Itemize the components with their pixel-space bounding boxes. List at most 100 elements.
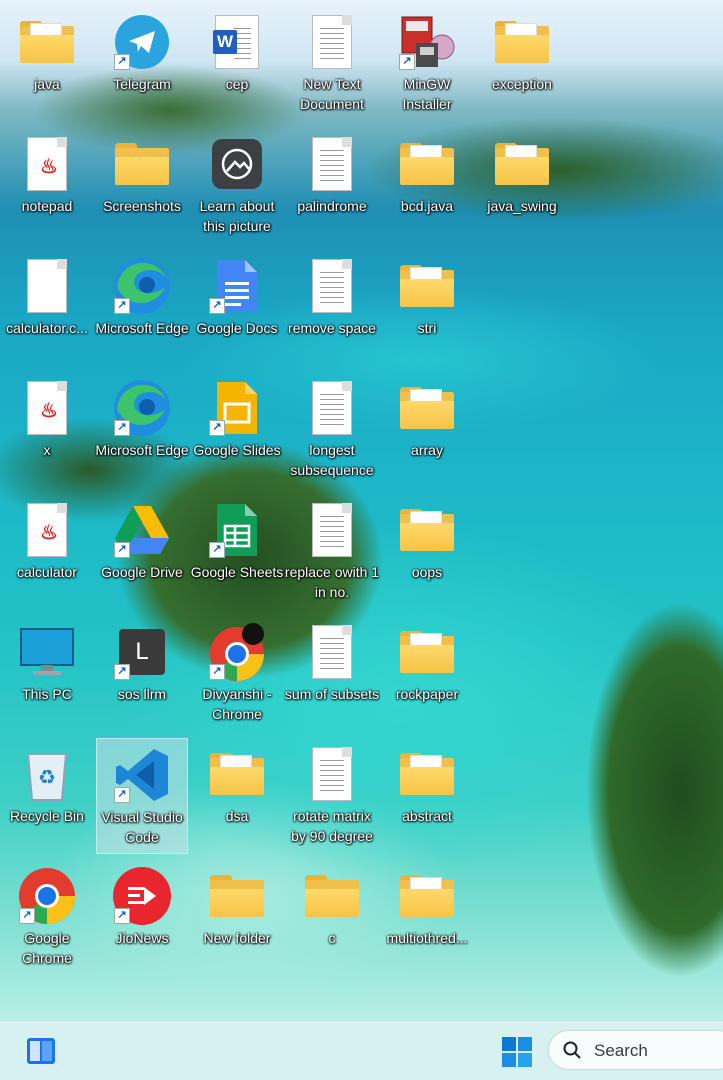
icon-label: Google Chrome bbox=[22, 930, 72, 966]
desktop-icon-c[interactable]: c bbox=[286, 860, 378, 976]
icon-label: stri bbox=[417, 320, 437, 336]
desktop-icon-notepad[interactable]: ♨ notepad bbox=[1, 128, 93, 244]
icon-label: notepad bbox=[21, 198, 73, 214]
folder-icon bbox=[397, 378, 457, 438]
telegram-icon: ↗ bbox=[112, 12, 172, 72]
monitor-icon bbox=[17, 622, 77, 682]
folder-icon bbox=[492, 134, 552, 194]
shortcut-arrow-icon: ↗ bbox=[114, 787, 130, 803]
desktop-icon-mingw-installer[interactable]: ↗ MinGW Installer bbox=[381, 6, 473, 122]
desktop-icon-stri[interactable]: stri bbox=[381, 250, 473, 366]
desktop-icon-calculator-c[interactable]: calculator.c... bbox=[1, 250, 93, 366]
desktop-icon-palindrome[interactable]: palindrome bbox=[286, 128, 378, 244]
icon-label: Google Slides bbox=[193, 442, 281, 458]
desktop-icon-rotate-matrix[interactable]: rotate matrix by 90 degree bbox=[286, 738, 378, 854]
icon-label: replace owith 1 in no. bbox=[284, 564, 380, 600]
desktop-icon-visual-studio-code[interactable]: ↗ Visual Studio Code bbox=[96, 738, 188, 854]
desktop-icon-sos-llrm[interactable]: L ↗ sos llrm bbox=[96, 616, 188, 732]
desktop-icon-rockpaper[interactable]: rockpaper bbox=[381, 616, 473, 732]
start-button[interactable] bbox=[502, 1037, 532, 1067]
shortcut-arrow-icon: ↗ bbox=[19, 908, 35, 924]
google-sheets-icon: ↗ bbox=[207, 500, 267, 560]
java-file-icon: ♨ bbox=[17, 500, 77, 560]
desktop-icon-sum-of-subsets[interactable]: sum of subsets bbox=[284, 616, 380, 732]
icon-label: x bbox=[43, 442, 51, 458]
desktop-icon-learn-about-picture[interactable]: Learn about this picture bbox=[191, 128, 283, 244]
windows-start-icon bbox=[502, 1037, 532, 1067]
desktop-icon-dsa[interactable]: dsa bbox=[191, 738, 283, 854]
desktop-icon-jionews[interactable]: ↗ JioNews bbox=[96, 860, 188, 976]
desktop-icon-telegram[interactable]: ↗ Telegram bbox=[96, 6, 188, 122]
shortcut-arrow-icon: ↗ bbox=[114, 298, 130, 314]
desktop-icon-exception[interactable]: exception bbox=[476, 6, 568, 122]
folder-icon bbox=[492, 12, 552, 72]
desktop-icon-longest-subsequence[interactable]: longest subsequence bbox=[286, 372, 378, 488]
desktop-icon-java-swing[interactable]: java_swing bbox=[476, 128, 568, 244]
shortcut-arrow-icon: ↗ bbox=[399, 54, 415, 70]
desktop-icon-microsoft-edge-2[interactable]: ↗ Microsoft Edge bbox=[95, 372, 189, 488]
icon-label: dsa bbox=[225, 808, 249, 824]
folder-icon bbox=[397, 256, 457, 316]
java-file-icon: ♨ bbox=[17, 134, 77, 194]
desktop-icon-abstract[interactable]: abstract bbox=[381, 738, 473, 854]
icon-label: array bbox=[411, 442, 443, 458]
shortcut-arrow-icon: ↗ bbox=[114, 908, 130, 924]
desktop-icon-cep[interactable]: W cep bbox=[191, 6, 283, 122]
desktop-icon-oops[interactable]: oops bbox=[381, 494, 473, 610]
taskbar-search-box[interactable]: Search bbox=[548, 1030, 723, 1070]
desktop-icon-replace-owith[interactable]: replace owith 1 in no. bbox=[284, 494, 380, 610]
search-placeholder: Search bbox=[594, 1041, 648, 1060]
desktop-icon-x[interactable]: ♨ x bbox=[1, 372, 93, 488]
desktop-icon-recycle-bin[interactable]: ♻ Recycle Bin bbox=[1, 738, 93, 854]
desktop-icon-new-text-document[interactable]: New Text Document bbox=[286, 6, 378, 122]
widgets-button[interactable] bbox=[26, 1037, 56, 1065]
icon-label: java_swing bbox=[487, 198, 557, 214]
shortcut-arrow-icon: ↗ bbox=[114, 54, 130, 70]
desktop-icon-google-slides[interactable]: ↗ Google Slides bbox=[191, 372, 283, 488]
desktop-icon-this-pc[interactable]: This PC bbox=[1, 616, 93, 732]
icon-label: calculator.c... bbox=[6, 320, 88, 336]
desktop-icon-bcd-java[interactable]: bcd.java bbox=[381, 128, 473, 244]
desktop-icon-java[interactable]: java bbox=[1, 6, 93, 122]
icon-label: This PC bbox=[22, 686, 72, 702]
icon-label: bcd.java bbox=[400, 198, 454, 214]
icon-label: Recycle Bin bbox=[10, 808, 84, 824]
folder-icon bbox=[207, 866, 267, 926]
icon-label: cep bbox=[225, 76, 249, 92]
edge-icon: ↗ bbox=[112, 378, 172, 438]
desktop-icon-array[interactable]: array bbox=[381, 372, 473, 488]
icon-label: sum of subsets bbox=[284, 686, 380, 702]
desktop-icon-remove-space[interactable]: remove space bbox=[286, 250, 378, 366]
desktop-icon-google-drive[interactable]: ↗ Google Drive bbox=[96, 494, 188, 610]
desktop-icon-multiothred[interactable]: multiothred... bbox=[381, 860, 473, 976]
google-drive-icon: ↗ bbox=[112, 500, 172, 560]
icon-label: c bbox=[328, 930, 336, 946]
chrome-profile-icon: ↗ bbox=[207, 622, 267, 682]
desktop-icon-screenshots[interactable]: Screenshots bbox=[96, 128, 188, 244]
icon-label: exception bbox=[492, 76, 552, 92]
icon-label: Divyanshi - Chrome bbox=[202, 686, 272, 722]
icon-label: remove space bbox=[288, 320, 376, 336]
folder-icon bbox=[397, 744, 457, 804]
icon-label: rotate matrix by 90 degree bbox=[291, 808, 373, 844]
desktop-icon-new-folder[interactable]: New folder bbox=[191, 860, 283, 976]
edge-icon: ↗ bbox=[112, 256, 172, 316]
desktop-wallpaper: java ♨ notepad calculator.c... ♨ x ♨ cal… bbox=[0, 0, 723, 1020]
desktop-icon-microsoft-edge[interactable]: ↗ Microsoft Edge bbox=[95, 250, 189, 366]
desktop-icon-divyanshi-chrome[interactable]: ↗ Divyanshi - Chrome bbox=[191, 616, 283, 732]
icon-label: Google Docs bbox=[196, 320, 278, 336]
text-document-icon bbox=[302, 744, 362, 804]
google-slides-icon: ↗ bbox=[207, 378, 267, 438]
desktop-icon-google-sheets[interactable]: ↗ Google Sheets bbox=[191, 494, 283, 610]
desktop-icon-calculator[interactable]: ♨ calculator bbox=[1, 494, 93, 610]
search-icon bbox=[563, 1041, 581, 1059]
folder-icon bbox=[397, 134, 457, 194]
icon-label: abstract bbox=[402, 808, 452, 824]
desktop-icon-google-docs[interactable]: ↗ Google Docs bbox=[191, 250, 283, 366]
icon-label: JioNews bbox=[115, 930, 169, 946]
icon-label: Learn about this picture bbox=[199, 198, 275, 234]
shortcut-arrow-icon: ↗ bbox=[114, 542, 130, 558]
desktop-icon-google-chrome[interactable]: ↗ Google Chrome bbox=[1, 860, 93, 976]
vscode-icon: ↗ bbox=[112, 745, 172, 805]
java-file-icon: ♨ bbox=[17, 378, 77, 438]
